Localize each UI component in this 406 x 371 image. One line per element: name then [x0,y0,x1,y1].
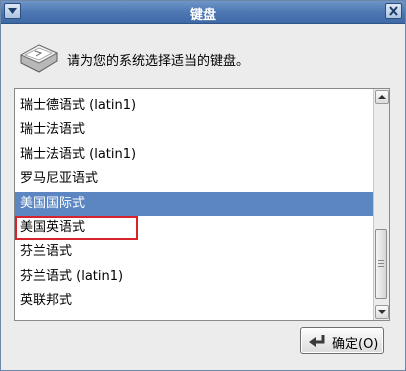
thumb-grip [378,263,384,264]
keyboard-layout-item[interactable]: 瑞士法语式 [15,118,374,142]
close-icon [389,6,398,16]
scroll-up-button[interactable] [375,90,389,104]
enter-arrow-icon [309,335,325,347]
scrollbar-thumb[interactable] [375,229,387,299]
thumb-grip [378,260,384,261]
vertical-scrollbar[interactable] [373,89,389,320]
keyboard-layout-rows: 瑞士德语式 (latin1) 瑞士法语式 瑞士法语式 (latin1) 罗马尼亚语式美… [15,94,374,314]
ok-button[interactable]: 确定(O) [300,327,384,354]
close-button[interactable] [385,3,402,19]
keyboard-prompt: 请为您的系统选择适当的键盘。 [67,54,250,69]
keyboard-layout-item[interactable]: 瑞士德语式 (latin1) [15,94,374,118]
title-bar[interactable]: 键盘 [1,1,405,24]
keyboard-layout-item[interactable]: 英联邦式 [15,289,374,313]
scroll-down-button[interactable] [375,305,389,319]
keyboard-layout-item[interactable]: 罗马尼亚语式 [15,167,374,191]
thumb-grip [378,266,384,267]
keyboard-dialog: 键盘 请为您的系统选择适当的键盘。 瑞士德语式 (latin1) 瑞士法语式 瑞士法… [0,0,406,371]
keyboard-layout-list[interactable]: 瑞士德语式 (latin1) 瑞士法语式 瑞士法语式 (latin1) 罗马尼亚语式美… [14,88,390,321]
scroll-down-icon [378,310,386,314]
window-title: 键盘 [189,8,216,23]
scroll-up-icon [378,95,386,99]
keyboard-layout-item[interactable]: 芬兰语式 [15,240,374,264]
keyboard-layout-item[interactable]: 芬兰语式 (latin1) [15,265,374,289]
keyboard-layout-item[interactable]: 美国国际式 [15,191,374,216]
keyboard-key-icon [19,44,59,73]
keyboard-layout-item[interactable]: 瑞士法语式 (latin1) [15,143,374,167]
keyboard-layout-item[interactable]: 美国英语式 [15,215,138,241]
ok-button-label: 确定(O) [332,337,379,352]
